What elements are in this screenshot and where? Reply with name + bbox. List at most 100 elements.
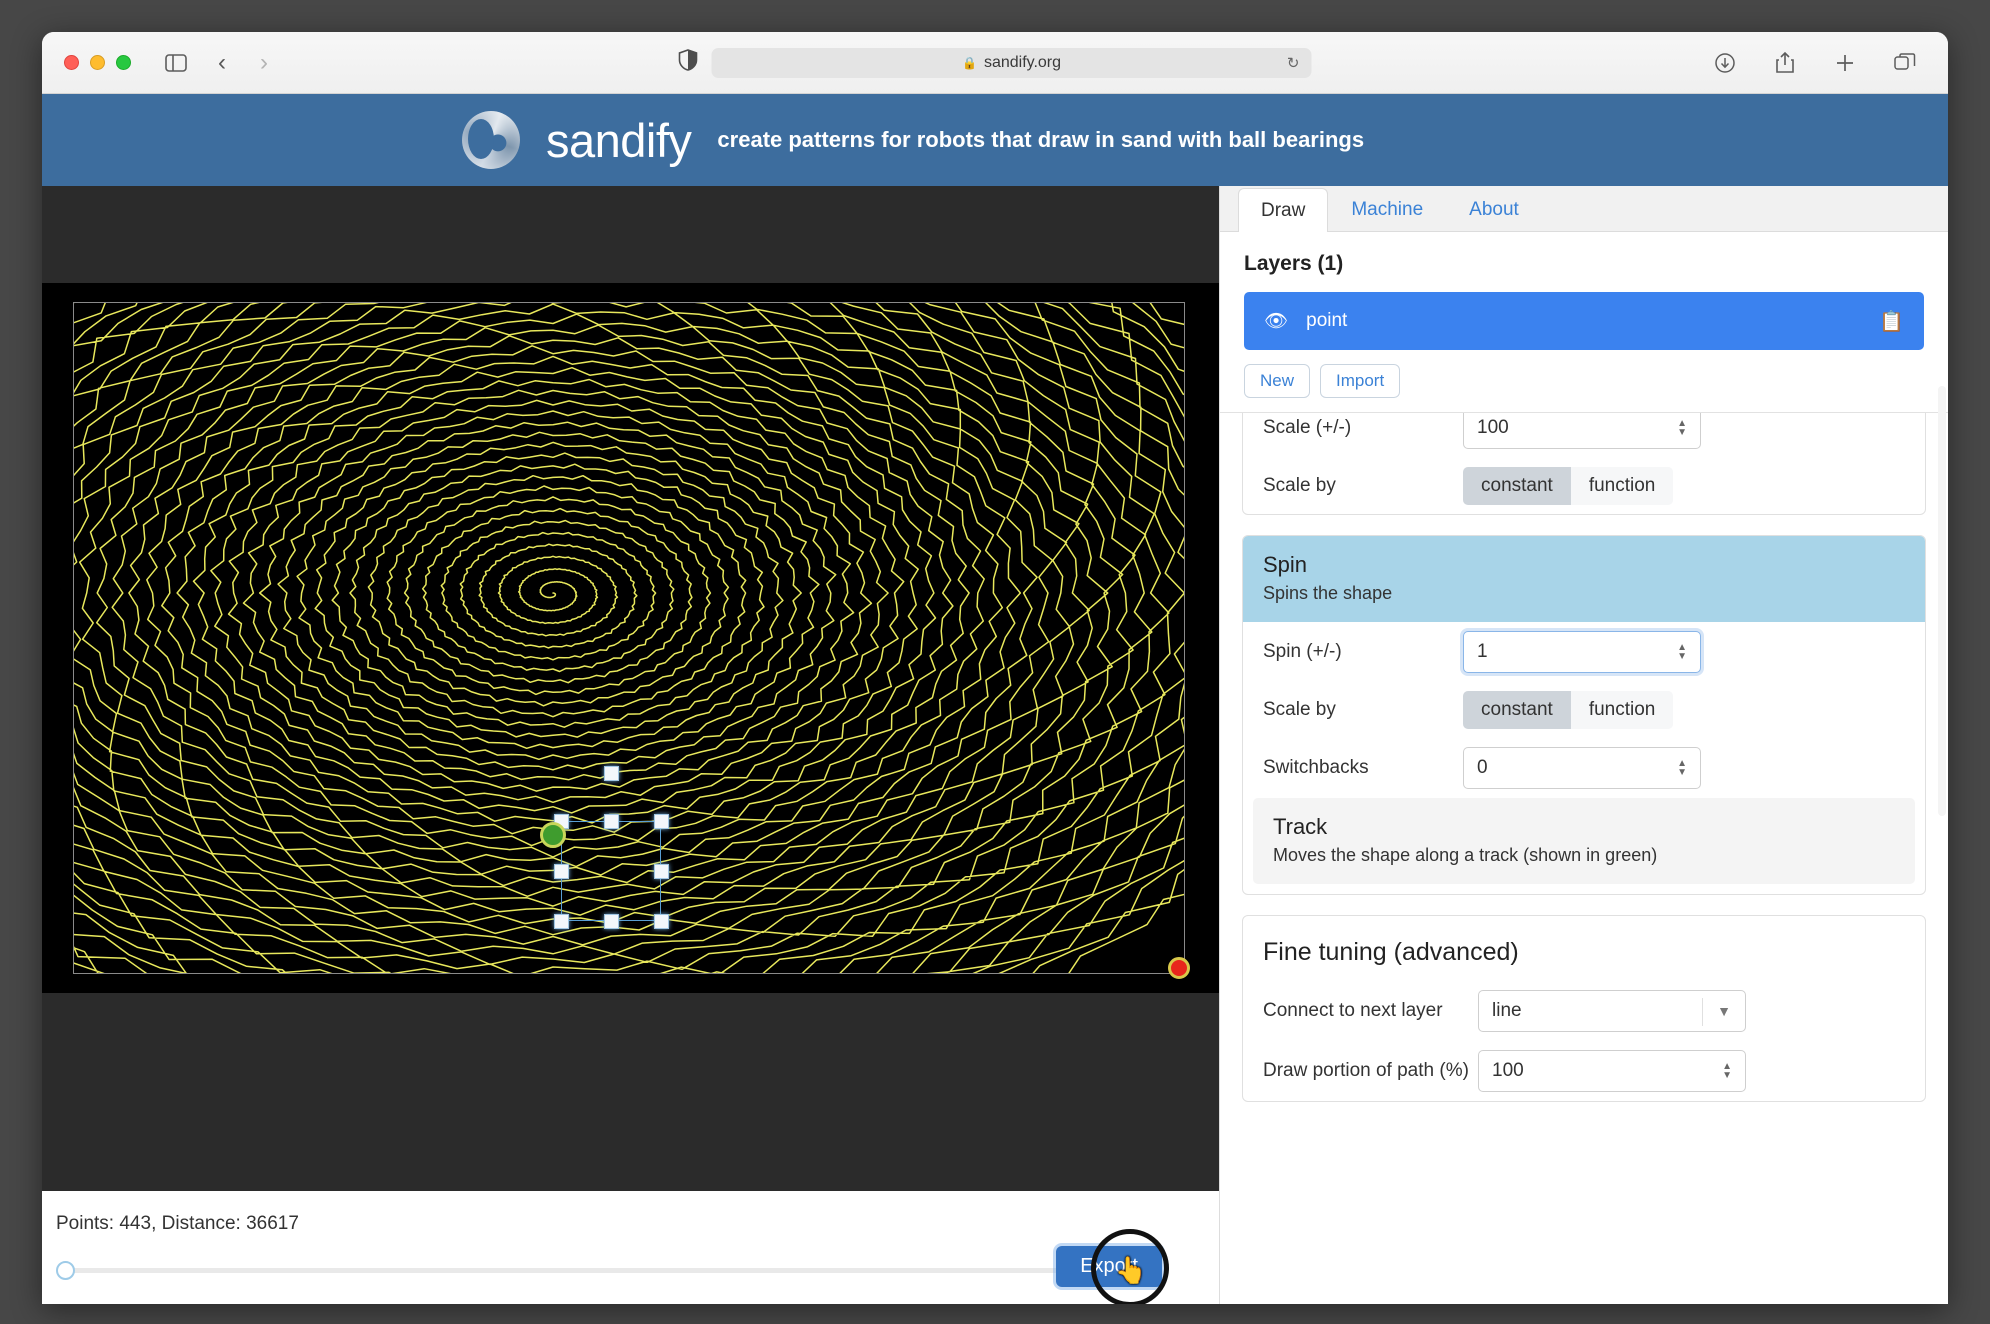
scale-row: Scale (+/-) 100 ▲ ▼ — [1243, 413, 1925, 458]
tab-draw[interactable]: Draw — [1238, 188, 1329, 232]
switchbacks-row: Switchbacks 0 ▲ ▼ — [1243, 738, 1925, 798]
drawing-canvas[interactable] — [42, 283, 1219, 993]
spin-value: 1 — [1477, 641, 1488, 662]
export-button[interactable]: Export — [1056, 1246, 1162, 1287]
spin-scale-by-row: Scale by constant function — [1243, 682, 1925, 738]
app-title: sandify — [546, 113, 692, 167]
switchbacks-value: 0 — [1477, 757, 1488, 778]
track-section-subtitle: Moves the shape along a track (shown in … — [1273, 845, 1658, 865]
scale-value: 100 — [1477, 417, 1509, 438]
forward-arrow-icon[interactable]: › — [247, 46, 281, 80]
url-text: sandify.org — [983, 53, 1062, 71]
import-layer-button[interactable]: Import — [1320, 364, 1401, 398]
browser-toolbar: ‹ › 🔒 sandify.org ↻ — [42, 32, 1948, 94]
sidebar-toggle-icon[interactable] — [159, 46, 193, 80]
spin-scale-by-toggle: constant function — [1463, 691, 1674, 729]
fine-tuning-title: Fine tuning (advanced) — [1263, 938, 1519, 966]
canvas-area — [42, 186, 1219, 1191]
resize-handle-w[interactable] — [554, 864, 569, 879]
downloads-icon[interactable] — [1708, 46, 1742, 80]
switchbacks-stepper-icon[interactable]: ▲ ▼ — [1677, 759, 1687, 778]
switchbacks-input[interactable]: 0 ▲ ▼ — [1463, 747, 1701, 789]
scale-input[interactable]: 100 ▲ ▼ — [1463, 413, 1701, 449]
rotate-handle[interactable] — [604, 766, 619, 781]
path-end-point — [1168, 957, 1190, 979]
navigation-arrows: ‹ › — [205, 46, 281, 80]
scale-by-label: Scale by — [1263, 475, 1336, 496]
new-tab-icon[interactable] — [1828, 46, 1862, 80]
scale-by-constant-option[interactable]: constant — [1463, 467, 1571, 505]
tab-about[interactable]: About — [1446, 187, 1542, 231]
shape-center-point[interactable] — [540, 822, 566, 848]
new-layer-button[interactable]: New — [1244, 364, 1311, 398]
share-icon[interactable] — [1768, 46, 1802, 80]
draw-portion-stepper-icon[interactable]: ▲ ▼ — [1722, 1062, 1732, 1081]
spin-section-header[interactable]: Spin Spins the shape — [1243, 536, 1925, 622]
spin-section-title: Spin — [1263, 552, 1308, 577]
layers-block: Layers (1) 👁 point 📋 New Import — [1220, 232, 1948, 412]
path-progress-slider[interactable] — [56, 1261, 1096, 1280]
tab-overview-icon[interactable] — [1888, 46, 1922, 80]
close-window-button[interactable] — [64, 55, 79, 70]
switchbacks-label: Switchbacks — [1263, 757, 1369, 778]
settings-panel: Draw Machine About Layers (1) 👁 point 📋 … — [1219, 186, 1948, 1304]
scale-stepper-icon[interactable]: ▲ ▼ — [1677, 419, 1687, 438]
app-header: sandify create patterns for robots that … — [42, 94, 1948, 186]
reload-icon[interactable]: ↻ — [1287, 54, 1300, 72]
draw-portion-value: 100 — [1492, 1060, 1524, 1081]
resize-handle-n[interactable] — [604, 814, 619, 829]
resize-handle-ne[interactable] — [654, 814, 669, 829]
resize-handle-s[interactable] — [604, 914, 619, 929]
lock-icon: 🔒 — [961, 55, 977, 70]
maximize-window-button[interactable] — [116, 55, 131, 70]
draw-portion-row: Draw portion of path (%) 100 ▲ ▼ — [1243, 1041, 1925, 1101]
resize-handle-sw[interactable] — [554, 914, 569, 929]
spin-scale-by-constant-option[interactable]: constant — [1463, 691, 1571, 729]
back-arrow-icon[interactable]: ‹ — [205, 46, 239, 80]
fine-tuning-card: Fine tuning (advanced) Connect to next l… — [1242, 915, 1926, 1102]
scale-label: Scale (+/-) — [1263, 417, 1352, 438]
copy-icon[interactable]: 📋 — [1879, 309, 1904, 334]
draw-portion-input[interactable]: 100 ▲ ▼ — [1478, 1050, 1746, 1092]
tab-machine[interactable]: Machine — [1328, 187, 1446, 231]
settings-scroll-region[interactable]: Scale (+/-) 100 ▲ ▼ Scale by constant fun… — [1220, 412, 1948, 1304]
spin-stepper-icon[interactable]: ▲ ▼ — [1677, 643, 1687, 662]
layer-action-buttons: New Import — [1244, 364, 1924, 412]
panel-tabs: Draw Machine About — [1220, 186, 1948, 232]
spin-scale-by-label: Scale by — [1263, 699, 1336, 720]
spin-section-subtitle: Spins the shape — [1263, 583, 1393, 603]
connect-layer-select[interactable]: line ▼ — [1478, 990, 1746, 1032]
layer-list-item[interactable]: 👁 point 📋 — [1244, 292, 1924, 350]
spin-scale-by-function-option[interactable]: function — [1570, 691, 1674, 729]
connect-layer-row: Connect to next layer line ▼ — [1243, 981, 1925, 1041]
minimize-window-button[interactable] — [90, 55, 105, 70]
scale-by-function-option[interactable]: function — [1570, 467, 1674, 505]
spin-label: Spin (+/-) — [1263, 641, 1342, 662]
spin-input[interactable]: 1 ▲ ▼ — [1463, 631, 1701, 673]
app-tagline: create patterns for robots that draw in … — [717, 127, 1365, 152]
window-controls — [64, 55, 131, 70]
resize-handle-se[interactable] — [654, 914, 669, 929]
canvas-column: Points: 443, Distance: 36617 Export 👆 — [42, 186, 1219, 1304]
spin-settings-card: Spin Spins the shape Spin (+/-) 1 ▲ ▼ Sca… — [1242, 535, 1926, 895]
toolbar-right-icons — [1708, 46, 1922, 80]
address-bar-group: 🔒 sandify.org ↻ — [678, 47, 1312, 78]
chevron-down-icon[interactable]: ▼ — [1717, 1003, 1731, 1019]
draw-portion-label: Draw portion of path (%) — [1263, 1060, 1469, 1081]
main-body: Points: 443, Distance: 36617 Export 👆 Dr… — [42, 186, 1948, 1304]
scale-by-row: Scale by constant function — [1243, 458, 1925, 514]
eye-icon[interactable]: 👁 — [1264, 309, 1288, 333]
sandify-logo-icon — [462, 111, 520, 169]
resize-handle-e[interactable] — [654, 864, 669, 879]
scale-settings-card: Scale (+/-) 100 ▲ ▼ Scale by constant fun… — [1242, 413, 1926, 515]
panel-scrollbar[interactable] — [1938, 386, 1946, 816]
slider-thumb[interactable] — [56, 1261, 75, 1280]
connect-layer-label: Connect to next layer — [1263, 1000, 1443, 1021]
status-text: Points: 443, Distance: 36617 — [56, 1213, 299, 1234]
scale-by-toggle: constant function — [1463, 467, 1674, 505]
track-section-title: Track — [1273, 814, 1328, 839]
selection-bounding-box[interactable] — [554, 766, 669, 929]
shield-icon[interactable] — [678, 49, 698, 76]
url-input[interactable]: 🔒 sandify.org ↻ — [711, 47, 1312, 78]
track-section-header[interactable]: Track Moves the shape along a track (sho… — [1253, 798, 1915, 884]
